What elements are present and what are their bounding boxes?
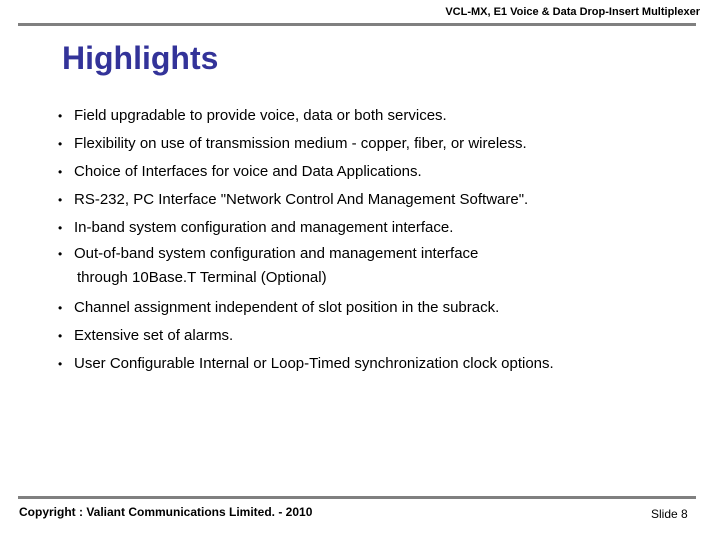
footer-divider	[18, 496, 696, 499]
bullet-list: • Field upgradable to provide voice, dat…	[58, 104, 554, 380]
bullet-item: • Out-of-band system configuration and m…	[58, 242, 554, 290]
bullet-text: In-band system configuration and managem…	[74, 219, 454, 236]
bullet-text: Field upgradable to provide voice, data …	[74, 107, 447, 124]
bullet-item: • Extensive set of alarms.	[58, 324, 554, 348]
bullet-item: • Choice of Interfaces for voice and Dat…	[58, 160, 554, 184]
bullet-item: • Flexibility on use of transmission med…	[58, 132, 554, 156]
bullet-icon: •	[58, 329, 63, 343]
bullet-icon: •	[58, 221, 63, 235]
header-divider	[18, 23, 696, 26]
bullet-item: • Field upgradable to provide voice, dat…	[58, 104, 554, 128]
bullet-text: Out-of-band system configuration and man…	[74, 245, 479, 262]
bullet-icon: •	[58, 109, 63, 123]
bullet-icon: •	[58, 247, 63, 261]
bullet-text: RS-232, PC Interface "Network Control An…	[74, 191, 529, 208]
header-title: VCL-MX, E1 Voice & Data Drop-Insert Mult…	[445, 6, 700, 18]
bullet-text: Extensive set of alarms.	[74, 327, 234, 344]
bullet-item: • RS-232, PC Interface "Network Control …	[58, 188, 554, 212]
bullet-text: Flexibility on use of transmission mediu…	[74, 135, 527, 152]
bullet-icon: •	[58, 357, 63, 371]
bullet-icon: •	[58, 193, 63, 207]
bullet-text: User Configurable Internal or Loop-Timed…	[74, 355, 554, 372]
bullet-icon: •	[58, 137, 63, 151]
bullet-item: • User Configurable Internal or Loop-Tim…	[58, 352, 554, 376]
bullet-item: • In-band system configuration and manag…	[58, 216, 554, 240]
bullet-continuation-text: through 10Base.T Terminal (Optional)	[77, 269, 327, 286]
bullet-text: Channel assignment independent of slot p…	[74, 299, 500, 316]
slide-title: Highlights	[62, 40, 219, 76]
bullet-icon: •	[58, 301, 63, 315]
bullet-text: Choice of Interfaces for voice and Data …	[74, 163, 422, 180]
slide-number: Slide 8	[651, 507, 688, 521]
bullet-item: • Channel assignment independent of slot…	[58, 296, 554, 320]
bullet-icon: •	[58, 165, 63, 179]
footer-copyright: Copyright : Valiant Communications Limit…	[19, 505, 313, 519]
